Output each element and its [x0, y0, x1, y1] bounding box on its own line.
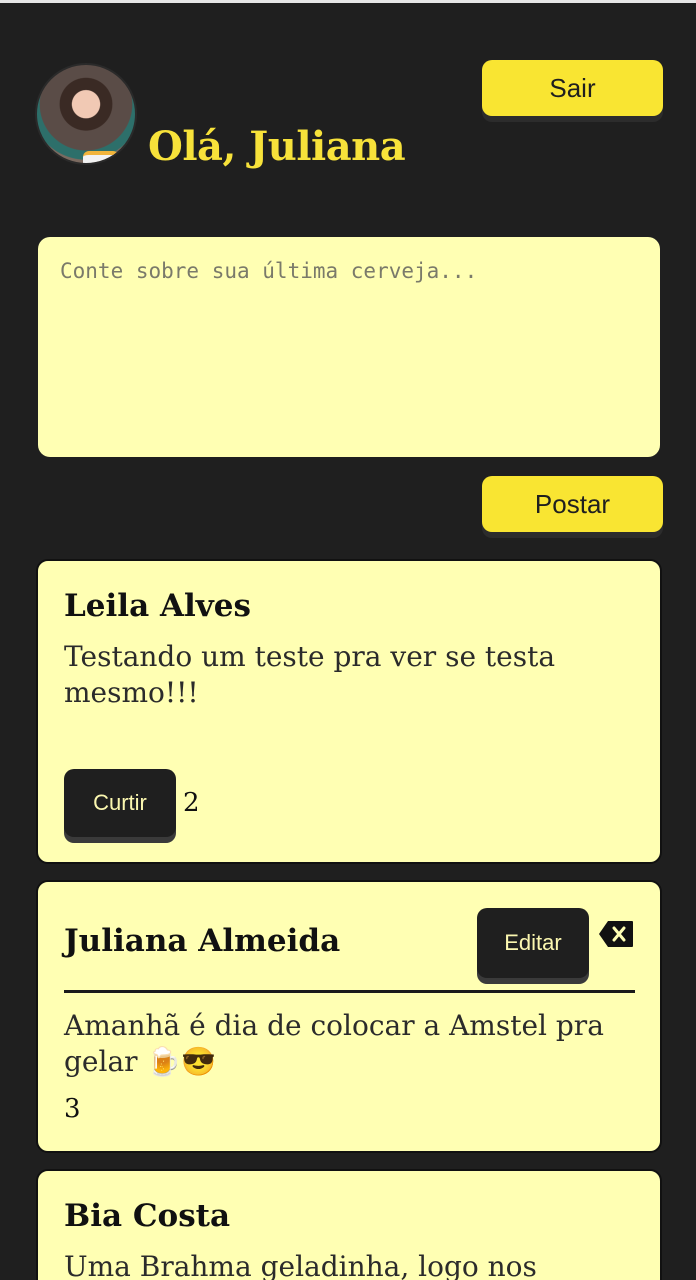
like-count: 2: [183, 788, 200, 818]
greeting-title: Olá, Juliana: [148, 123, 406, 170]
delete-icon[interactable]: [598, 920, 634, 948]
post-button[interactable]: Postar: [482, 476, 663, 532]
post-author: Bia Costa: [64, 1198, 231, 1234]
post-card: Bia Costa Uma Brahma geladinha, logo nos: [36, 1169, 662, 1280]
post-card: Juliana Almeida Editar Amanhã é dia de c…: [36, 880, 662, 1153]
post-divider: [64, 990, 635, 993]
post-author: Juliana Almeida: [64, 923, 341, 959]
post-textarea-placeholder: Conte sobre sua última cerveja...: [60, 259, 478, 283]
post-text: Uma Brahma geladinha, logo nos: [64, 1250, 537, 1280]
post-textarea[interactable]: Conte sobre sua última cerveja...: [38, 237, 660, 457]
post-text: Testando um teste pra ver se testa mesmo…: [64, 640, 556, 709]
avatar: [35, 63, 137, 165]
edit-button[interactable]: Editar: [477, 908, 589, 978]
logout-button[interactable]: Sair: [482, 60, 663, 116]
post-author: Leila Alves: [64, 588, 251, 624]
avatar-shirt: [83, 151, 119, 163]
post-text: Amanhã é dia de colocar a Amstel pra gel…: [64, 1009, 604, 1078]
post-card: Leila Alves Testando um teste pra ver se…: [36, 559, 662, 864]
like-count: 3: [64, 1094, 81, 1124]
like-button[interactable]: Curtir: [64, 769, 176, 837]
